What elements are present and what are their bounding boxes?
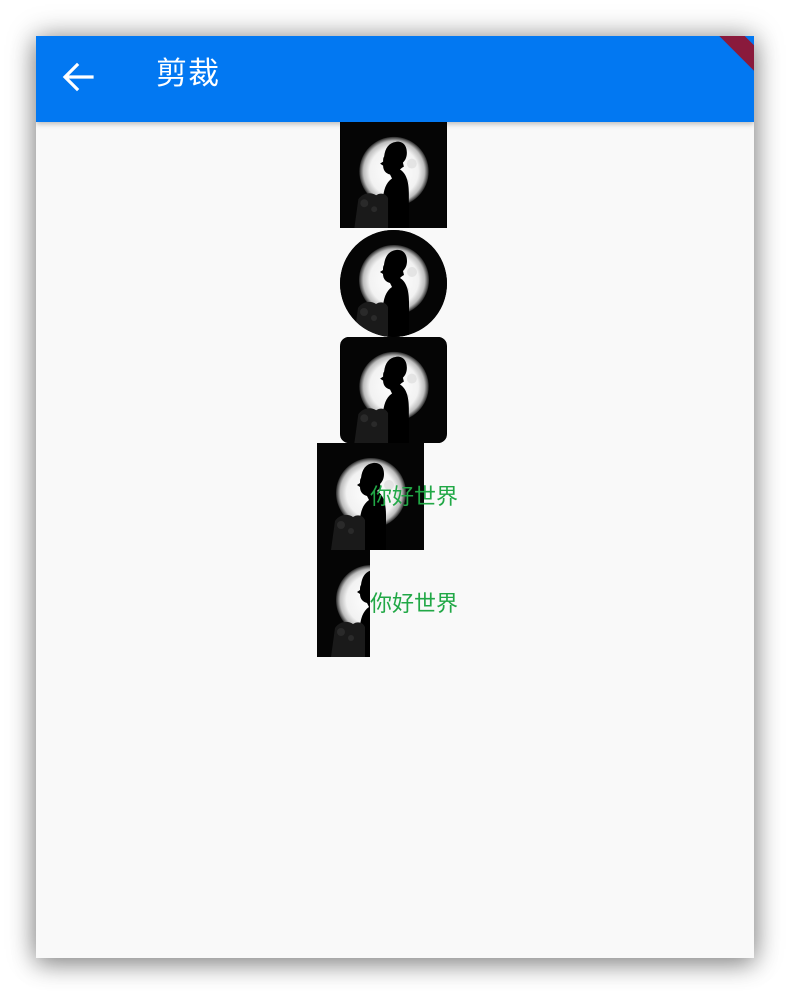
moon-silhouette-image	[317, 550, 370, 657]
device-screen: 剪裁 你好世界 你好世界	[36, 36, 754, 958]
hello-world-text: 你好世界	[370, 592, 459, 617]
clip-demo-list: 你好世界 你好世界	[36, 36, 754, 958]
clip-rect-half-image	[317, 550, 370, 657]
app-bar: 剪裁	[36, 36, 754, 122]
clip-original-image	[340, 122, 447, 228]
arrow-back-icon	[62, 62, 94, 92]
moon-silhouette-image	[340, 337, 447, 443]
clip-rounded-rect-image	[340, 337, 447, 443]
back-button[interactable]	[52, 51, 104, 103]
page-title: 剪裁	[156, 56, 220, 92]
hello-world-text: 你好世界	[370, 485, 459, 510]
clip-oval-image	[340, 230, 447, 337]
moon-silhouette-image	[340, 122, 447, 228]
moon-silhouette-image	[340, 230, 447, 337]
